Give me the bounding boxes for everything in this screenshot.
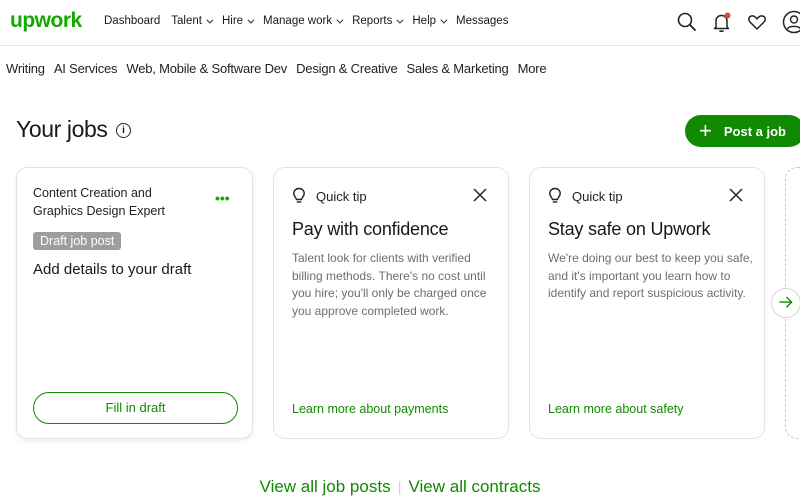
notification-bell-icon[interactable]	[711, 11, 733, 33]
nav-label: Hire	[221, 15, 244, 27]
nav-dashboard[interactable]: Dashboard	[104, 15, 160, 27]
search-icon[interactable]	[676, 11, 698, 33]
more-options-icon[interactable]: •••	[215, 190, 230, 206]
learn-more-payments-link[interactable]: Learn more about payments	[292, 402, 448, 416]
category-design-creative[interactable]: Design & Creative	[296, 61, 398, 76]
plus-icon: +	[699, 118, 712, 143]
tip-heading: Stay safe on Upwork	[548, 219, 711, 239]
notification-dot	[724, 12, 731, 19]
tip-heading: Pay with confidence	[292, 219, 449, 239]
draft-job-card: Content Creation and Graphics Design Exp…	[16, 167, 253, 439]
category-sales-marketing[interactable]: Sales & Marketing	[406, 61, 508, 76]
category-more[interactable]: More	[518, 61, 547, 76]
category-ai-services[interactable]: AI Services	[54, 61, 118, 76]
draft-job-title[interactable]: Content Creation and Graphics Design Exp…	[33, 184, 193, 220]
chevron-down-icon	[396, 16, 404, 24]
fill-in-draft-button[interactable]: Fill in draft	[33, 392, 238, 424]
nav-label: Messages	[456, 15, 509, 27]
post-a-job-button[interactable]: + Post a job	[685, 115, 800, 147]
nav-manage-work[interactable]: Manage work	[263, 15, 344, 27]
main-nav: Dashboard Talent Hire Manage work Report…	[104, 15, 519, 27]
nav-label: Dashboard	[104, 15, 161, 27]
chevron-down-icon	[206, 16, 214, 24]
quick-tip-label: Quick tip	[292, 187, 367, 205]
draft-heading: Add details to your draft	[33, 261, 192, 278]
post-a-job-label: Post a job	[723, 123, 786, 139]
chevron-down-icon	[336, 16, 344, 24]
nav-reports[interactable]: Reports	[352, 15, 404, 27]
footer-links: View all job posts | View all contracts	[0, 477, 800, 497]
nav-messages[interactable]: Messages	[456, 15, 508, 27]
quick-tip-card: Quick tip Pay with confidence Talent loo…	[273, 167, 509, 439]
link-separator: |	[397, 479, 402, 496]
quick-tip-text: Quick tip	[572, 188, 623, 204]
quick-tip-card: Quick tip Stay safe on Upwork We're doin…	[529, 167, 765, 439]
tip-body: Talent look for clients with verified bi…	[292, 251, 487, 318]
close-icon[interactable]	[728, 187, 744, 203]
upwork-logo[interactable]: upwork	[10, 9, 82, 33]
view-all-contracts-link[interactable]: View all contracts	[408, 477, 540, 496]
status-badge: Draft job post	[33, 232, 122, 250]
lightbulb-icon	[293, 187, 305, 203]
tip-body: We're doing our best to keep you safe, a…	[548, 251, 753, 300]
view-all-job-posts-link[interactable]: View all job posts	[260, 477, 391, 496]
quick-tip-label: Quick tip	[548, 187, 623, 205]
learn-more-safety-link[interactable]: Learn more about safety	[548, 402, 684, 416]
chevron-down-icon	[440, 16, 448, 24]
category-web-mobile-software-dev[interactable]: Web, Mobile & Software Dev	[126, 61, 287, 76]
info-icon[interactable]: i	[116, 123, 131, 138]
lightbulb-icon	[549, 187, 561, 203]
arrow-right-icon	[779, 296, 793, 308]
nav-label: Manage work	[263, 15, 333, 27]
nav-label: Help	[412, 15, 437, 27]
chevron-down-icon	[247, 16, 255, 24]
nav-hire[interactable]: Hire	[221, 15, 255, 27]
user-avatar-icon[interactable]	[782, 10, 800, 34]
nav-talent[interactable]: Talent	[171, 15, 214, 27]
nav-help[interactable]: Help	[412, 15, 448, 27]
page-title: Your jobs	[16, 116, 108, 142]
nav-label: Talent	[171, 15, 202, 27]
heart-icon[interactable]	[746, 11, 768, 33]
category-writing[interactable]: Writing	[6, 61, 45, 76]
carousel-next-button[interactable]	[771, 288, 800, 318]
top-navigation-bar: upwork Dashboard Talent Hire Manage work…	[0, 0, 800, 46]
category-bar: Writing AI Services Web, Mobile & Softwa…	[6, 61, 555, 76]
nav-label: Reports	[352, 15, 393, 27]
quick-tip-text: Quick tip	[316, 188, 367, 204]
close-icon[interactable]	[472, 187, 488, 203]
